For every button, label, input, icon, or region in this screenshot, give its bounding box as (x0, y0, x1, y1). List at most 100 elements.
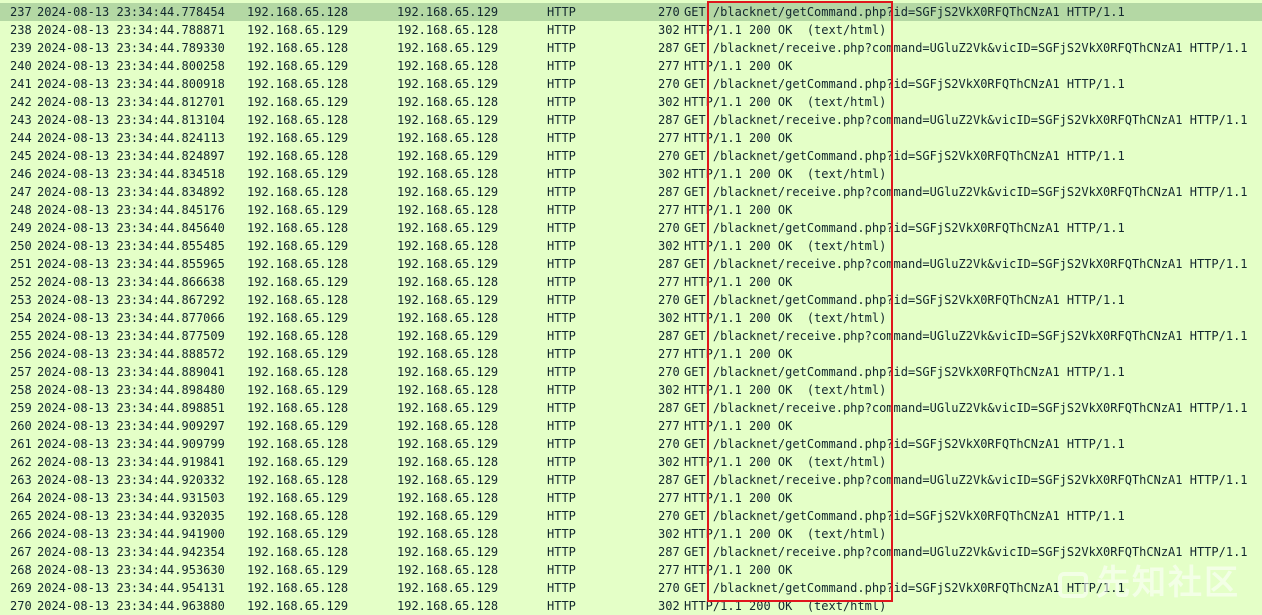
packet-protocol: HTTP (547, 149, 576, 163)
packet-number: 247 (10, 185, 32, 199)
packet-row[interactable]: 255 2024-08-13 23:34:44.877509 192.168.65.… (0, 327, 1262, 345)
packet-length: 302 (658, 167, 680, 181)
packet-info: HTTP/1.1 200 OK (text/html) (684, 311, 887, 325)
packet-row[interactable]: 240 2024-08-13 23:34:44.800258 192.168.65.… (0, 57, 1262, 75)
packet-length: 277 (658, 563, 680, 577)
packet-row[interactable]: 257 2024-08-13 23:34:44.889041 192.168.65.… (0, 363, 1262, 381)
packet-time: 2024-08-13 23:34:44.813104 (37, 113, 225, 127)
packet-destination: 192.168.65.128 (397, 95, 499, 109)
packet-row[interactable]: 250 2024-08-13 23:34:44.855485 192.168.65.… (0, 237, 1262, 255)
packet-protocol: HTTP (547, 437, 576, 451)
packet-time: 2024-08-13 23:34:44.919841 (37, 455, 225, 469)
packet-protocol: HTTP (547, 113, 576, 127)
packet-time: 2024-08-13 23:34:44.867292 (37, 293, 225, 307)
packet-number: 263 (10, 473, 32, 487)
packet-row[interactable]: 243 2024-08-13 23:34:44.813104 192.168.65.… (0, 111, 1262, 129)
watermark: 先知社区 (1058, 555, 1240, 604)
packet-number: 256 (10, 347, 32, 361)
packet-time: 2024-08-13 23:34:44.877066 (37, 311, 225, 325)
packet-destination: 192.168.65.129 (397, 293, 499, 307)
packet-length: 287 (658, 473, 680, 487)
packet-destination: 192.168.65.128 (397, 527, 499, 541)
packet-time: 2024-08-13 23:34:44.898480 (37, 383, 225, 397)
packet-row[interactable]: 261 2024-08-13 23:34:44.909799 192.168.65.… (0, 435, 1262, 453)
packet-destination: 192.168.65.129 (397, 77, 499, 91)
packet-info: GET /blacknet/receive.php?command=UGluZ2… (684, 401, 1248, 415)
packet-list[interactable]: 237 2024-08-13 23:34:44.778454 192.168.65.… (0, 3, 1262, 615)
packet-row[interactable]: 262 2024-08-13 23:34:44.919841 192.168.65.… (0, 453, 1262, 471)
packet-row[interactable]: 265 2024-08-13 23:34:44.932035 192.168.65.… (0, 507, 1262, 525)
packet-destination: 192.168.65.129 (397, 401, 499, 415)
packet-source: 192.168.65.128 (247, 581, 349, 595)
packet-destination: 192.168.65.129 (397, 221, 499, 235)
packet-row[interactable]: 247 2024-08-13 23:34:44.834892 192.168.65.… (0, 183, 1262, 201)
packet-row[interactable]: 263 2024-08-13 23:34:44.920332 192.168.65.… (0, 471, 1262, 489)
packet-source: 192.168.65.128 (247, 77, 349, 91)
packet-info: HTTP/1.1 200 OK (text/html) (684, 527, 887, 541)
packet-protocol: HTTP (547, 563, 576, 577)
packet-row[interactable]: 256 2024-08-13 23:34:44.888572 192.168.65.… (0, 345, 1262, 363)
packet-protocol: HTTP (547, 527, 576, 541)
packet-length: 287 (658, 41, 680, 55)
packet-length: 270 (658, 77, 680, 91)
packet-source: 192.168.65.128 (247, 149, 349, 163)
packet-protocol: HTTP (547, 419, 576, 433)
packet-row[interactable]: 249 2024-08-13 23:34:44.845640 192.168.65.… (0, 219, 1262, 237)
packet-row[interactable]: 248 2024-08-13 23:34:44.845176 192.168.65.… (0, 201, 1262, 219)
packet-protocol: HTTP (547, 455, 576, 469)
packet-protocol: HTTP (547, 275, 576, 289)
packet-time: 2024-08-13 23:34:44.953630 (37, 563, 225, 577)
packet-length: 277 (658, 203, 680, 217)
packet-number: 270 (10, 599, 32, 613)
packet-number: 249 (10, 221, 32, 235)
packet-number: 269 (10, 581, 32, 595)
packet-row[interactable]: 254 2024-08-13 23:34:44.877066 192.168.65.… (0, 309, 1262, 327)
packet-number: 241 (10, 77, 32, 91)
packet-number: 259 (10, 401, 32, 415)
packet-time: 2024-08-13 23:34:44.824897 (37, 149, 225, 163)
packet-info: HTTP/1.1 200 OK (text/html) (684, 599, 887, 613)
packet-destination: 192.168.65.129 (397, 473, 499, 487)
packet-row[interactable]: 244 2024-08-13 23:34:44.824113 192.168.65.… (0, 129, 1262, 147)
packet-row[interactable]: 258 2024-08-13 23:34:44.898480 192.168.65.… (0, 381, 1262, 399)
packet-destination: 192.168.65.128 (397, 563, 499, 577)
packet-row[interactable]: 238 2024-08-13 23:34:44.788871 192.168.65.… (0, 21, 1262, 39)
packet-length: 302 (658, 311, 680, 325)
packet-row[interactable]: 266 2024-08-13 23:34:44.941900 192.168.65.… (0, 525, 1262, 543)
packet-row[interactable]: 264 2024-08-13 23:34:44.931503 192.168.65.… (0, 489, 1262, 507)
packet-source: 192.168.65.128 (247, 113, 349, 127)
packet-source: 192.168.65.128 (247, 365, 349, 379)
packet-info: GET /blacknet/getCommand.php?id=SGFjS2Vk… (684, 509, 1125, 523)
packet-row[interactable]: 260 2024-08-13 23:34:44.909297 192.168.65.… (0, 417, 1262, 435)
packet-length: 277 (658, 491, 680, 505)
packet-row[interactable]: 245 2024-08-13 23:34:44.824897 192.168.65.… (0, 147, 1262, 165)
packet-protocol: HTTP (547, 95, 576, 109)
packet-time: 2024-08-13 23:34:44.845640 (37, 221, 225, 235)
packet-source: 192.168.65.128 (247, 545, 349, 559)
packet-protocol: HTTP (547, 41, 576, 55)
packet-row[interactable]: 239 2024-08-13 23:34:44.789330 192.168.65.… (0, 39, 1262, 57)
packet-number: 237 (10, 5, 32, 19)
packet-row[interactable]: 252 2024-08-13 23:34:44.866638 192.168.65.… (0, 273, 1262, 291)
packet-protocol: HTTP (547, 167, 576, 181)
packet-row[interactable]: 242 2024-08-13 23:34:44.812701 192.168.65.… (0, 93, 1262, 111)
packet-protocol: HTTP (547, 239, 576, 253)
packet-source: 192.168.65.128 (247, 293, 349, 307)
packet-row[interactable]: 246 2024-08-13 23:34:44.834518 192.168.65.… (0, 165, 1262, 183)
packet-row[interactable]: 253 2024-08-13 23:34:44.867292 192.168.65.… (0, 291, 1262, 309)
packet-length: 302 (658, 455, 680, 469)
packet-protocol: HTTP (547, 77, 576, 91)
packet-row[interactable]: 241 2024-08-13 23:34:44.800918 192.168.65.… (0, 75, 1262, 93)
packet-length: 270 (658, 5, 680, 19)
packet-info: GET /blacknet/receive.php?command=UGluZ2… (684, 41, 1248, 55)
packet-row[interactable]: 251 2024-08-13 23:34:44.855965 192.168.65.… (0, 255, 1262, 273)
packet-row[interactable]: 237 2024-08-13 23:34:44.778454 192.168.65.… (0, 3, 1262, 21)
packet-length: 270 (658, 149, 680, 163)
packet-destination: 192.168.65.128 (397, 383, 499, 397)
packet-row[interactable]: 259 2024-08-13 23:34:44.898851 192.168.65.… (0, 399, 1262, 417)
packet-info: HTTP/1.1 200 OK (text/html) (684, 95, 887, 109)
packet-time: 2024-08-13 23:34:44.845176 (37, 203, 225, 217)
packet-source: 192.168.65.129 (247, 383, 349, 397)
packet-length: 302 (658, 383, 680, 397)
packet-info: GET /blacknet/getCommand.php?id=SGFjS2Vk… (684, 293, 1125, 307)
